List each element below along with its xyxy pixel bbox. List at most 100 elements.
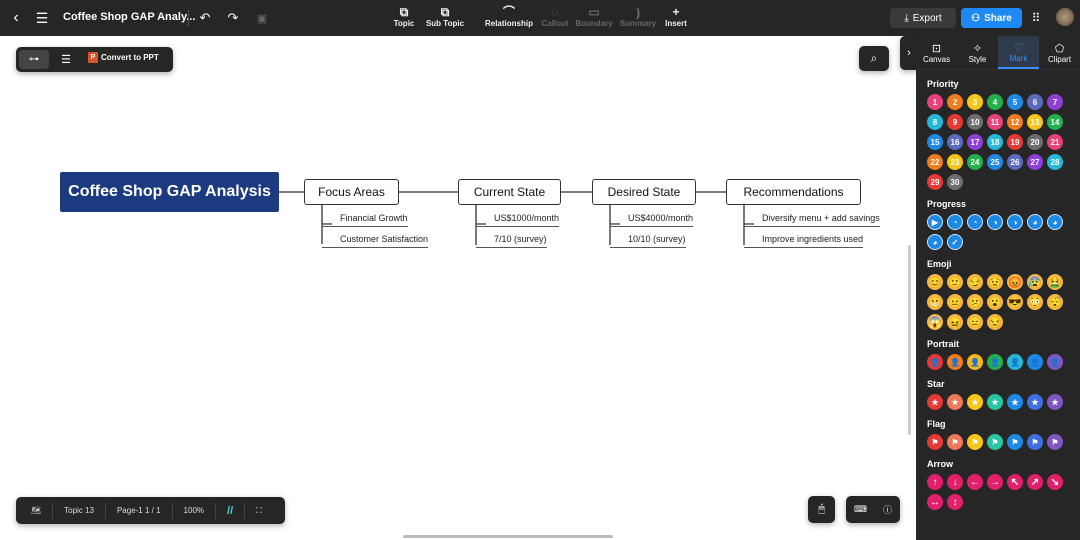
priority-23-icon[interactable]: 23 bbox=[947, 154, 963, 170]
arrow-icon[interactable]: ↘ bbox=[1047, 474, 1063, 490]
emoji-6-icon[interactable]: 🤮 bbox=[1047, 274, 1063, 290]
emoji-12-icon[interactable]: 😳 bbox=[1027, 294, 1043, 310]
emoji-2-icon[interactable]: 😏 bbox=[967, 274, 983, 290]
progress-3-icon[interactable]: ◑ bbox=[987, 214, 1003, 230]
priority-11-icon[interactable]: 11 bbox=[987, 114, 1003, 130]
flag-icon[interactable]: ⚑ bbox=[967, 434, 983, 450]
tab-mark[interactable]: ♡ Mark bbox=[998, 36, 1039, 69]
star-icon[interactable]: ★ bbox=[987, 394, 1003, 410]
shortcut-icon[interactable]: ⌨ bbox=[854, 504, 867, 515]
portrait-icon[interactable]: 👤 bbox=[1007, 354, 1023, 370]
page-indicator[interactable]: Page-1 1 / 1 bbox=[106, 502, 173, 519]
priority-29-icon[interactable]: 29 bbox=[927, 174, 943, 190]
priority-19-icon[interactable]: 19 bbox=[1007, 134, 1023, 150]
emoji-5-icon[interactable]: 😰 bbox=[1027, 274, 1043, 290]
subtopic[interactable]: 10/10 (survey) bbox=[610, 234, 686, 248]
portrait-icon[interactable]: 👤 bbox=[987, 354, 1003, 370]
tab-canvas[interactable]: ⊡ Canvas bbox=[916, 36, 957, 69]
avatar[interactable] bbox=[1056, 8, 1074, 26]
fullscreen-icon[interactable]: ⛶ bbox=[245, 503, 273, 519]
emoji-14-icon[interactable]: 😱 bbox=[927, 314, 943, 330]
star-icon[interactable]: ★ bbox=[967, 394, 983, 410]
flag-icon[interactable]: ⚑ bbox=[927, 434, 943, 450]
progress-0-icon[interactable]: ▶ bbox=[927, 214, 943, 230]
subtopic[interactable]: 7/10 (survey) bbox=[476, 234, 547, 248]
arrow-icon[interactable]: ↕ bbox=[947, 494, 963, 510]
priority-15-icon[interactable]: 15 bbox=[927, 134, 943, 150]
priority-6-icon[interactable]: 6 bbox=[1027, 94, 1043, 110]
priority-16-icon[interactable]: 16 bbox=[947, 134, 963, 150]
arrow-icon[interactable]: ↖ bbox=[1007, 474, 1023, 490]
priority-30-icon[interactable]: 30 bbox=[947, 174, 963, 190]
mouse-mode-button[interactable]: 🖱 bbox=[808, 496, 835, 523]
branch-topic[interactable]: Desired State bbox=[592, 179, 696, 205]
root-topic[interactable]: Coffee Shop GAP Analysis bbox=[60, 172, 279, 212]
map-icon[interactable]: 🗺 bbox=[20, 502, 54, 519]
arrow-icon[interactable]: ↔ bbox=[927, 494, 943, 510]
portrait-icon[interactable]: 👤 bbox=[1047, 354, 1063, 370]
priority-2-icon[interactable]: 2 bbox=[947, 94, 963, 110]
progress-1-icon[interactable]: ◔ bbox=[947, 214, 963, 230]
subtopic[interactable]: Improve ingredients used bbox=[744, 234, 864, 248]
star-icon[interactable]: ★ bbox=[947, 394, 963, 410]
flag-icon[interactable]: ⚑ bbox=[1007, 434, 1023, 450]
emoji-7-icon[interactable]: 😬 bbox=[927, 294, 943, 310]
priority-13-icon[interactable]: 13 bbox=[1027, 114, 1043, 130]
priority-27-icon[interactable]: 27 bbox=[1027, 154, 1043, 170]
priority-28-icon[interactable]: 28 bbox=[1047, 154, 1063, 170]
subtopic[interactable]: US$4000/month bbox=[610, 213, 694, 227]
emoji-8-icon[interactable]: 😐 bbox=[947, 294, 963, 310]
tab-style[interactable]: ✧ Style bbox=[957, 36, 998, 69]
arrow-icon[interactable]: ↓ bbox=[947, 474, 963, 490]
priority-1-icon[interactable]: 1 bbox=[927, 94, 943, 110]
progress-4-icon[interactable]: ◑ bbox=[1007, 214, 1023, 230]
emoji-0-icon[interactable]: 😊 bbox=[927, 274, 943, 290]
zoom-level[interactable]: 100% bbox=[173, 502, 217, 519]
progress-5-icon[interactable]: ◕ bbox=[1027, 214, 1043, 230]
flag-icon[interactable]: ⚑ bbox=[987, 434, 1003, 450]
portrait-icon[interactable]: 👤 bbox=[947, 354, 963, 370]
flag-icon[interactable]: ⚑ bbox=[947, 434, 963, 450]
priority-25-icon[interactable]: 25 bbox=[987, 154, 1003, 170]
priority-26-icon[interactable]: 26 bbox=[1007, 154, 1023, 170]
portrait-icon[interactable]: 👤 bbox=[967, 354, 983, 370]
priority-3-icon[interactable]: 3 bbox=[967, 94, 983, 110]
emoji-4-icon[interactable]: 😡 bbox=[1007, 274, 1023, 290]
priority-22-icon[interactable]: 22 bbox=[927, 154, 943, 170]
emoji-1-icon[interactable]: 🙂 bbox=[947, 274, 963, 290]
arrow-icon[interactable]: → bbox=[987, 474, 1003, 490]
arrow-icon[interactable]: ← bbox=[967, 474, 983, 490]
subtopic[interactable]: Diversify menu + add savings bbox=[744, 213, 880, 227]
emoji-15-icon[interactable]: 😖 bbox=[947, 314, 963, 330]
progress-6-icon[interactable]: ◕ bbox=[1047, 214, 1063, 230]
branch-topic[interactable]: Recommendations bbox=[726, 179, 861, 205]
emoji-9-icon[interactable]: 😕 bbox=[967, 294, 983, 310]
horizontal-scrollbar[interactable] bbox=[403, 535, 613, 538]
ai-logo-icon[interactable]: // bbox=[216, 502, 246, 519]
help-icon[interactable]: ⓘ bbox=[883, 503, 892, 516]
priority-18-icon[interactable]: 18 bbox=[987, 134, 1003, 150]
priority-21-icon[interactable]: 21 bbox=[1047, 134, 1063, 150]
priority-12-icon[interactable]: 12 bbox=[1007, 114, 1023, 130]
priority-20-icon[interactable]: 20 bbox=[1027, 134, 1043, 150]
portrait-icon[interactable]: 👤 bbox=[927, 354, 943, 370]
priority-14-icon[interactable]: 14 bbox=[1047, 114, 1063, 130]
vertical-scrollbar[interactable] bbox=[908, 245, 911, 435]
emoji-11-icon[interactable]: 😎 bbox=[1007, 294, 1023, 310]
arrow-icon[interactable]: ↑ bbox=[927, 474, 943, 490]
arrow-icon[interactable]: ↗ bbox=[1027, 474, 1043, 490]
progress-7-icon[interactable]: ◕ bbox=[927, 234, 943, 250]
star-icon[interactable]: ★ bbox=[1047, 394, 1063, 410]
priority-8-icon[interactable]: 8 bbox=[927, 114, 943, 130]
emoji-13-icon[interactable]: 😴 bbox=[1047, 294, 1063, 310]
progress-8-icon[interactable]: ✓ bbox=[947, 234, 963, 250]
apps-grid-icon[interactable]: ⠿ bbox=[1029, 10, 1043, 26]
flag-icon[interactable]: ⚑ bbox=[1027, 434, 1043, 450]
branch-topic[interactable]: Focus Areas bbox=[304, 179, 399, 205]
subtopic[interactable]: Customer Satisfaction bbox=[322, 234, 429, 248]
emoji-3-icon[interactable]: 😟 bbox=[987, 274, 1003, 290]
subtopic[interactable]: US$1000/month bbox=[476, 213, 560, 227]
emoji-17-icon[interactable]: 😒 bbox=[987, 314, 1003, 330]
priority-7-icon[interactable]: 7 bbox=[1047, 94, 1063, 110]
emoji-10-icon[interactable]: 😮 bbox=[987, 294, 1003, 310]
